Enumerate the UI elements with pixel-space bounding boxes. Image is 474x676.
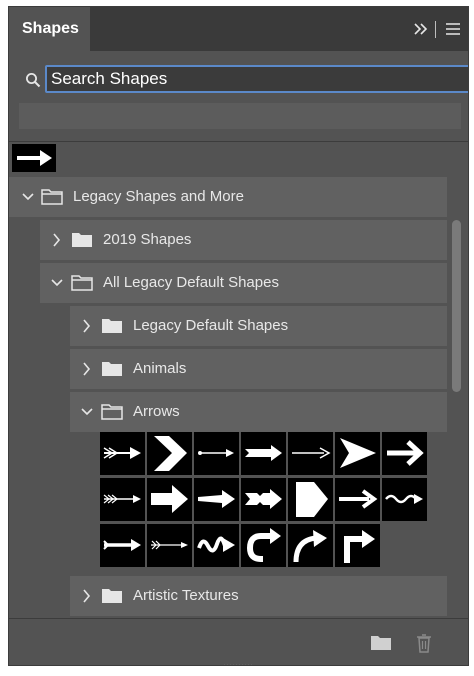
recent-shape-preview[interactable] xyxy=(12,144,56,172)
tree-item-arrows[interactable]: Arrows xyxy=(70,392,447,432)
shape-tile-block-arrow[interactable] xyxy=(147,478,192,521)
hamburger-menu-icon[interactable] xyxy=(445,7,461,51)
tree-item-label: Animals xyxy=(133,360,187,377)
shapes-panel: Shapes Legacy Shapes and More 2019 Shape… xyxy=(8,6,469,666)
shape-tile-double-notch-arrow[interactable] xyxy=(241,478,286,521)
shape-tile-dart-arrow[interactable] xyxy=(335,432,380,475)
folder-open-icon xyxy=(101,404,123,420)
panel-tab-bar: Shapes xyxy=(9,7,468,51)
shape-tile-tailed-arrow[interactable] xyxy=(100,524,145,567)
filter-bar[interactable] xyxy=(19,103,461,129)
tree-item-legacy-default-shapes[interactable]: Legacy Default Shapes xyxy=(70,306,447,346)
tab-shapes[interactable]: Shapes xyxy=(9,7,90,51)
chevron-right-icon[interactable] xyxy=(50,220,64,260)
chevron-right-icon[interactable] xyxy=(80,349,94,389)
chevron-down-icon[interactable] xyxy=(21,177,35,217)
shape-tile-notched-arrow[interactable] xyxy=(241,432,286,475)
folder-icon xyxy=(102,589,122,603)
search-icon xyxy=(26,73,41,88)
chevron-down-icon[interactable] xyxy=(80,392,94,432)
shape-tile-corner-arrow[interactable] xyxy=(335,524,380,567)
shape-tile-squiggle-arrow[interactable] xyxy=(194,524,239,567)
divider xyxy=(9,141,468,142)
search-input[interactable] xyxy=(45,65,468,93)
folder-icon xyxy=(102,319,122,333)
folder-open-icon xyxy=(41,189,63,205)
shape-tile-plain-arrow[interactable] xyxy=(335,478,380,521)
chevron-right-icon[interactable] xyxy=(80,576,94,616)
folder-icon xyxy=(102,362,122,376)
tree-item-label: Artistic Textures xyxy=(133,587,239,604)
tree-item-artistic-textures[interactable]: Artistic Textures xyxy=(70,576,447,616)
tree-item-label: Legacy Default Shapes xyxy=(133,317,289,334)
shape-tile-curved-arrow[interactable] xyxy=(288,524,333,567)
shape-tile-chevron-arrow[interactable] xyxy=(147,432,192,475)
shape-tile-bold-arrow[interactable] xyxy=(382,432,427,475)
tree-item-legacy-shapes-and-more[interactable]: Legacy Shapes and More xyxy=(9,177,447,217)
resize-grip[interactable] xyxy=(224,657,254,665)
scrollbar-thumb[interactable] xyxy=(452,220,461,392)
tree-item-2019-shapes[interactable]: 2019 Shapes xyxy=(40,220,447,260)
shape-tile-fletched-arrow[interactable] xyxy=(100,478,145,521)
shape-tile-thin-arrow[interactable] xyxy=(194,432,239,475)
search-box xyxy=(21,65,468,95)
tree-item-label: Legacy Shapes and More xyxy=(73,188,244,205)
shape-tile-feather-line-arrow[interactable] xyxy=(147,524,192,567)
tab-separator xyxy=(435,21,436,38)
folder-icon xyxy=(72,233,92,247)
folder-open-icon xyxy=(71,275,93,291)
shape-tile-wavy-arrow[interactable] xyxy=(382,478,427,521)
shape-tile-line-arrow[interactable] xyxy=(288,432,333,475)
tree-item-label: Arrows xyxy=(133,403,180,420)
double-chevron-right-icon[interactable] xyxy=(413,7,429,51)
shape-tile-u-turn-arrow[interactable] xyxy=(241,524,286,567)
shape-tile-feathered-arrow[interactable] xyxy=(100,432,145,475)
trash-icon[interactable] xyxy=(413,633,435,653)
chevron-right-icon[interactable] xyxy=(80,306,94,346)
chevron-down-icon[interactable] xyxy=(50,263,64,303)
shape-tile-pentagon-arrow[interactable] xyxy=(288,478,333,521)
tree-item-all-legacy-default-shapes[interactable]: All Legacy Default Shapes xyxy=(40,263,447,303)
shape-tile-wedge-arrow[interactable] xyxy=(194,478,239,521)
folder-icon[interactable] xyxy=(370,633,392,653)
tree-item-label: 2019 Shapes xyxy=(103,231,192,248)
tree-item-animals[interactable]: Animals xyxy=(70,349,447,389)
tree-item-label: All Legacy Default Shapes xyxy=(103,274,279,291)
